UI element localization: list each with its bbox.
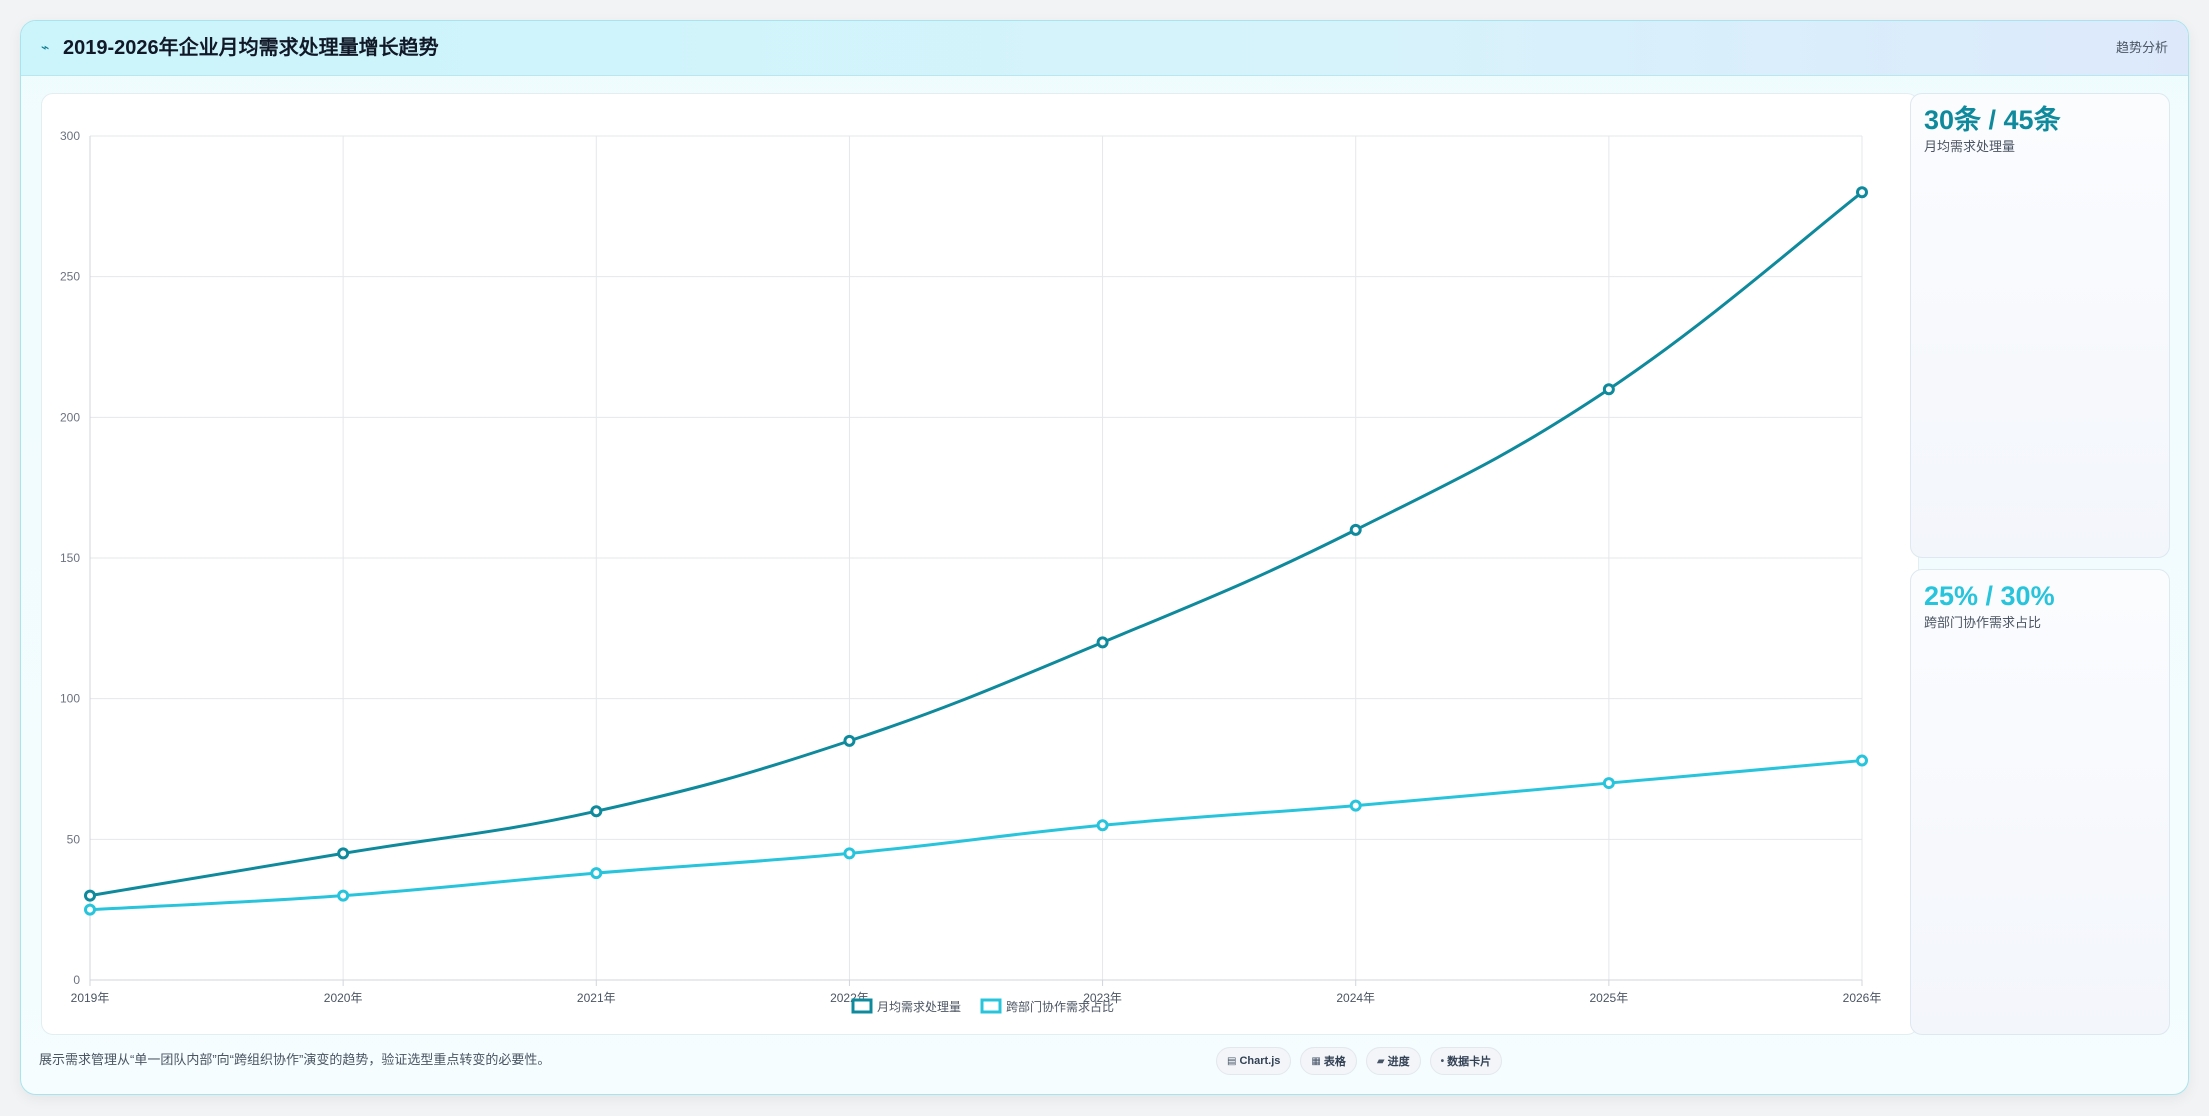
legend-swatch — [851, 998, 873, 1014]
chart-icon: ▤ — [1227, 1055, 1237, 1067]
y-tick-label: 200 — [60, 410, 80, 424]
pill-data-card[interactable]: • 数据卡片 — [1429, 1047, 1503, 1075]
y-tick-label: 0 — [73, 973, 80, 987]
data-point — [590, 867, 603, 880]
pill-label: 表格 — [1323, 1056, 1346, 1068]
data-point — [1602, 777, 1615, 790]
table-icon: ▦ — [1311, 1055, 1321, 1067]
legend-swatch — [980, 998, 1002, 1014]
y-tick-label: 300 — [60, 129, 80, 143]
page-title: 2019-2026年企业月均需求处理量增长趋势 — [63, 37, 439, 59]
x-tick-label: 2025年 — [1590, 991, 1629, 1005]
x-tick-label: 2019年 — [71, 991, 110, 1005]
y-tick-label: 100 — [60, 692, 80, 706]
feature-pills: ▤ Chart.js ▦ 表格 ▰ 进度 • 数据卡片 — [1216, 1047, 1503, 1075]
pill-table[interactable]: ▦ 表格 — [1300, 1047, 1357, 1075]
stat-card-ratio: 25% / 30% 跨部门协作需求占比 — [1910, 569, 2170, 1035]
x-tick-label: 2026年 — [1843, 991, 1882, 1005]
trend-line-icon: ⌁ — [41, 39, 50, 55]
data-point — [843, 847, 856, 860]
chart-panel: 0 50 100 150 200 250 300 2019年 2020年 2021年 2022年 20… — [41, 93, 1919, 1035]
progress-icon: ▰ — [1376, 1055, 1385, 1067]
data-point — [1856, 754, 1868, 767]
data-point — [1856, 186, 1868, 199]
y-tick-label: 150 — [60, 551, 80, 565]
x-tick-label: 2021年 — [577, 991, 616, 1005]
series-line — [89, 191, 1863, 898]
pill-label: 数据卡片 — [1447, 1056, 1492, 1068]
data-point — [1096, 819, 1109, 832]
stat-value-ratio: 25% / 30% — [1924, 581, 2055, 611]
pill-label: Chart.js — [1239, 1055, 1281, 1067]
data-point — [1602, 383, 1615, 396]
data-point — [1096, 636, 1109, 649]
pill-chartjs[interactable]: ▤ Chart.js — [1216, 1047, 1292, 1075]
line-chart: 0501001502002503002019年 2020年 2021年 2022年 20… — [60, 129, 1882, 1014]
data-point — [1349, 523, 1362, 536]
data-point — [337, 847, 350, 860]
x-tick-label: 2024年 — [1336, 991, 1375, 1005]
data-point — [1349, 799, 1362, 812]
card-header: ⌁ 2019-2026年企业月均需求处理量增长趋势 趋势分析 — [21, 21, 2188, 76]
pill-label: 进度 — [1387, 1056, 1410, 1068]
stat-value-volume: 30条 / 45条 — [1924, 105, 2061, 135]
stat-label-ratio: 跨部门协作需求占比 — [1924, 615, 2042, 630]
analysis-tag: 趋势分析 — [2115, 40, 2168, 55]
data-point — [843, 734, 856, 747]
y-tick-label: 50 — [67, 832, 81, 846]
data-point — [84, 889, 96, 902]
stat-card-volume: 30条 / 45条 月均需求处理量 — [1910, 93, 2170, 558]
y-tick-label: 250 — [60, 270, 80, 284]
chart-footnote: 展示需求管理从“单一团队内部”向“跨组织协作”演变的趋势，验证选型重点转变的必要… — [39, 1052, 551, 1067]
card-icon: • — [1440, 1055, 1445, 1067]
data-point — [84, 903, 96, 916]
pill-progress[interactable]: ▰ 进度 — [1365, 1047, 1421, 1075]
stat-label-volume: 月均需求处理量 — [1924, 139, 2016, 154]
x-tick-label: 2020年 — [324, 991, 363, 1005]
series-line — [89, 759, 1863, 912]
legend-label: 月均需求处理量 — [877, 1000, 961, 1014]
data-point — [590, 805, 603, 818]
legend-label: 跨部门协作需求占比 — [1006, 999, 1114, 1014]
chart-card: ⌁ 2019-2026年企业月均需求处理量增长趋势 趋势分析 0 50 100 150… — [20, 20, 2189, 1095]
data-point — [337, 889, 350, 902]
